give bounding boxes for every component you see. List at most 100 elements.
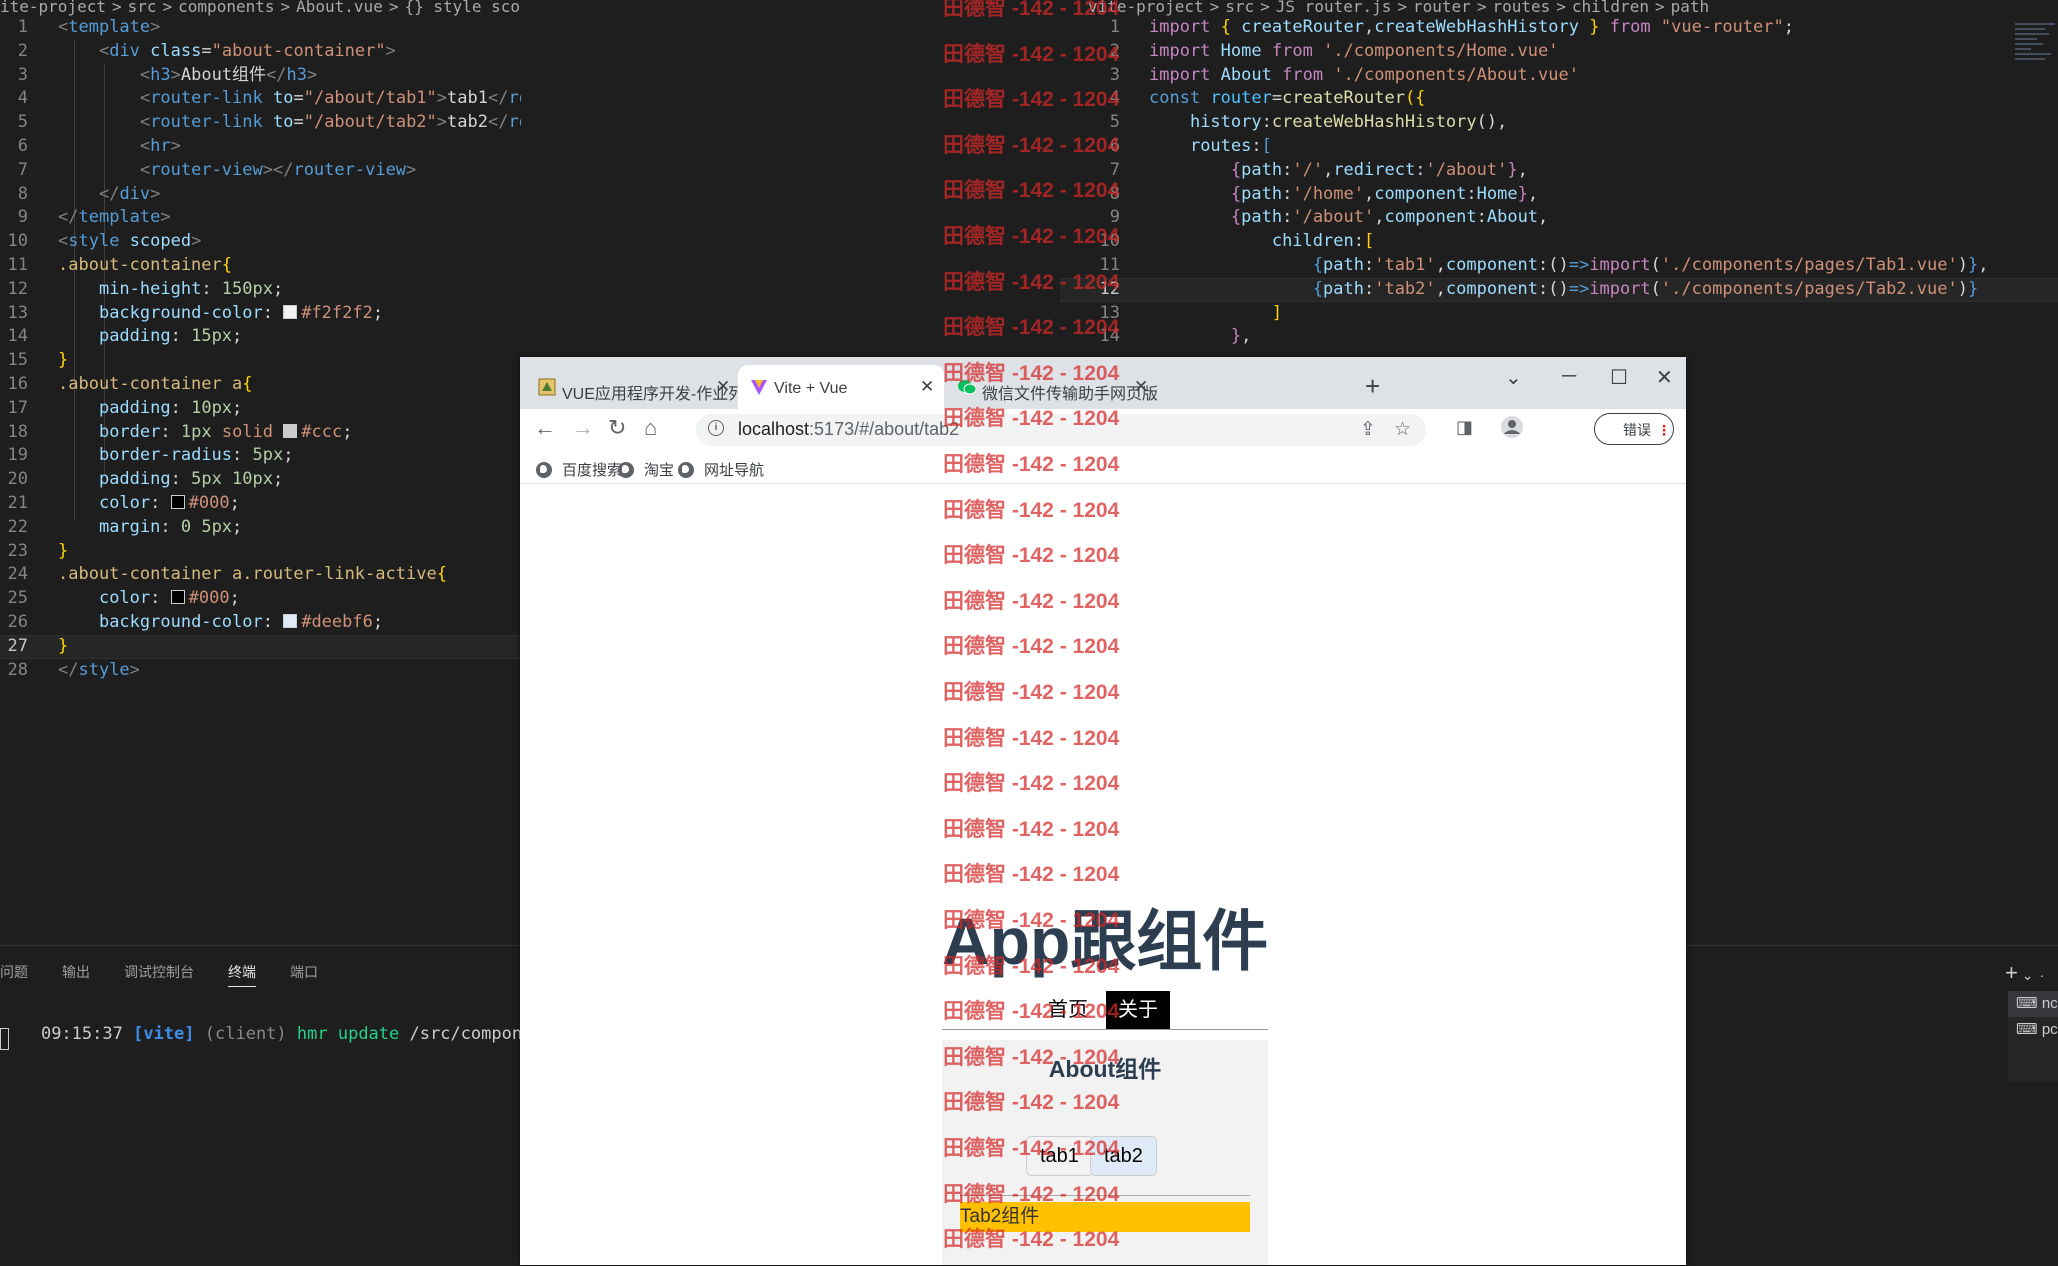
code-line[interactable]: 3 import About from './components/About.v… — [1060, 64, 2058, 88]
breadcrumb-item[interactable]: src — [128, 0, 157, 16]
code-line[interactable]: 15} — [0, 349, 521, 373]
code-line[interactable]: 16 .about-container a{ — [0, 373, 521, 397]
panel-tab[interactable]: 问题 — [0, 962, 28, 986]
side-panel-icon[interactable]: ◨ — [1456, 417, 1473, 438]
code-line[interactable]: 17 padding: 10px; — [0, 397, 521, 421]
code-line[interactable]: 11 .about-container{ — [0, 254, 521, 278]
code-line[interactable]: 10 children:[ — [1060, 230, 2058, 254]
bookmark-item[interactable]: 百度搜索 — [536, 459, 622, 480]
code-line[interactable]: 26 background-color: #deebf6; — [0, 611, 521, 635]
color-swatch[interactable] — [283, 613, 298, 628]
browser-tab[interactable]: VUE应用程序开发-作业列表 ✕ — [526, 365, 760, 409]
error-button[interactable]: 错误 ⋮ — [1594, 413, 1674, 445]
address-bar[interactable]: i localhost:5173/#/about/tab2 ⇪ ☆ — [696, 414, 1426, 446]
tab-search-chevron-icon[interactable]: ⌄ — [1505, 365, 1522, 390]
panel-tab[interactable]: 调试控制台 — [124, 962, 194, 986]
code-line[interactable]: 6 routes:[ — [1060, 135, 2058, 159]
close-window-button[interactable]: ✕ — [1656, 365, 1673, 390]
terminal-list[interactable]: ⌨ nc ⌨ pc — [2008, 991, 2058, 1081]
terminal-item[interactable]: ⌨ nc — [2008, 991, 2058, 1017]
code-line[interactable]: 1 <template> — [0, 16, 521, 40]
code-line[interactable]: 2 <div class="about-container"> — [0, 40, 521, 64]
breadcrumb-item[interactable]: routes — [1492, 0, 1550, 16]
code-line[interactable]: 14 padding: 15px; — [0, 325, 521, 349]
minimize-button[interactable]: ─ — [1562, 365, 1576, 388]
breadcrumb-item[interactable]: src — [1225, 0, 1254, 16]
code-line[interactable]: 18 border: 1px solid #ccc; — [0, 421, 521, 445]
nav-link-home[interactable]: 首页 — [1048, 991, 1088, 1029]
code-line[interactable]: 13 background-color: #f2f2f2; — [0, 302, 521, 326]
code-line[interactable]: 5 <router-link to="/about/tab2">tab2</ro… — [0, 111, 521, 135]
code-line[interactable]: 21 color: #000; — [0, 492, 521, 516]
color-swatch[interactable] — [283, 304, 298, 319]
breadcrumb-item[interactable]: path — [1671, 0, 1710, 16]
maximize-button[interactable]: ☐ — [1610, 365, 1628, 390]
tab-link-tab1[interactable]: tab1 — [1026, 1136, 1093, 1176]
code-line[interactable]: 14 }, — [1060, 325, 2058, 349]
code-line[interactable]: 8 {path:'/home',component:Home}, — [1060, 183, 2058, 207]
panel-tab[interactable]: 输出 — [62, 962, 90, 986]
minimap[interactable] — [2015, 20, 2058, 80]
bookmark-item[interactable]: 淘宝 — [618, 459, 674, 480]
code-line[interactable]: 12 min-height: 150px; — [0, 278, 521, 302]
share-icon[interactable]: ⇪ — [1360, 418, 1376, 441]
tab-link-tab2[interactable]: tab2 — [1090, 1136, 1157, 1176]
breadcrumb-item[interactable]: {} style scoped — [404, 0, 521, 16]
code-line[interactable]: 9 {path:'/about',component:About, — [1060, 206, 2058, 230]
code-line[interactable]: 19 border-radius: 5px; — [0, 444, 521, 468]
code-line[interactable]: 12 {path:'tab2',component:()=>import('./… — [1060, 277, 2058, 302]
bookmark-star-icon[interactable]: ☆ — [1394, 418, 1411, 441]
code-line[interactable]: 28 </style> — [0, 659, 521, 683]
more-icon[interactable]: · — [2040, 967, 2045, 983]
color-swatch[interactable] — [170, 590, 185, 605]
close-icon[interactable]: ✕ — [1134, 377, 1148, 397]
code-line[interactable]: 23} — [0, 540, 521, 564]
breadcrumb-item[interactable]: vite-project — [1088, 0, 1204, 16]
nav-link-about[interactable]: 关于 — [1106, 991, 1170, 1029]
breadcrumb-item[interactable]: JS router.js — [1276, 0, 1392, 16]
code-line[interactable]: 27} — [0, 634, 521, 659]
code-line[interactable]: 7 {path:'/',redirect:'/about'}, — [1060, 159, 2058, 183]
code-line[interactable]: 2 import Home from './components/Home.vue… — [1060, 40, 2058, 64]
code-line[interactable]: 13 ] — [1060, 302, 2058, 326]
code-line[interactable]: 22 margin: 0 5px; — [0, 516, 521, 540]
code-line[interactable]: 20 padding: 5px 10px; — [0, 468, 521, 492]
code-line[interactable]: 4 const router=createRouter({ — [1060, 87, 2058, 111]
code-line[interactable]: 1 import { createRouter,createWebHashHist… — [1060, 16, 2058, 40]
color-swatch[interactable] — [170, 494, 185, 509]
breadcrumb-item[interactable]: components — [178, 0, 274, 16]
reload-icon[interactable]: ↻ — [608, 415, 626, 441]
code-line[interactable]: 3 <h3>About组件</h3> — [0, 64, 521, 88]
breadcrumb[interactable]: ite-project > src > components > About.vue > {} … — [0, 0, 521, 16]
code-area[interactable]: 1 import { createRouter,createWebHashHist… — [1060, 16, 2058, 349]
home-icon[interactable]: ⌂ — [644, 415, 657, 441]
new-tab-button[interactable]: + — [1365, 371, 1380, 402]
code-area[interactable]: 1 <template> 2 <div class="about-container… — [0, 16, 521, 682]
code-line[interactable]: 8 </div> — [0, 183, 521, 207]
code-line[interactable]: 10 <style scoped> — [0, 230, 521, 254]
breadcrumb-item[interactable]: ite-project — [0, 0, 106, 16]
router-js-editor[interactable]: vite-project > src > JS router.js > router > rou… — [1060, 0, 2058, 360]
profile-avatar-icon[interactable] — [1500, 415, 1524, 445]
menu-dots-icon[interactable]: ⋮ — [1657, 414, 1671, 446]
code-line[interactable]: 9 </template> — [0, 206, 521, 230]
code-line[interactable]: 5 history:createWebHashHistory(), — [1060, 111, 2058, 135]
site-info-icon[interactable]: i — [708, 420, 724, 436]
code-line[interactable]: 25 color: #000; — [0, 587, 521, 611]
close-icon[interactable]: ✕ — [716, 377, 730, 397]
browser-tab[interactable]: 微信文件传输助手网页版 ✕ — [946, 365, 1158, 409]
breadcrumb[interactable]: vite-project > src > JS router.js > router > rou… — [1088, 0, 1715, 16]
panel-tab[interactable]: 终端 — [228, 962, 256, 987]
new-terminal-button[interactable]: + ⌄ · — [2005, 960, 2044, 986]
forward-arrow-icon[interactable]: → — [572, 415, 594, 441]
about-vue-editor[interactable]: ite-project > src > components > About.vue >{} … — [0, 0, 521, 945]
breadcrumb-item[interactable]: router — [1413, 0, 1471, 16]
code-line[interactable]: 24 .about-container a.router-link-active{ — [0, 563, 521, 587]
chevron-down-icon[interactable]: ⌄ — [2018, 967, 2034, 983]
color-swatch[interactable] — [283, 423, 298, 438]
browser-tab-active[interactable]: Vite + Vue ✕ — [738, 365, 944, 409]
code-line[interactable]: 11 {path:'tab1',component:()=>import('./… — [1060, 254, 2058, 278]
code-line[interactable]: 4 <router-link to="/about/tab1">tab1</ro… — [0, 87, 521, 111]
url-text[interactable]: localhost:5173/#/about/tab2 — [738, 419, 959, 440]
close-icon[interactable]: ✕ — [920, 377, 934, 397]
